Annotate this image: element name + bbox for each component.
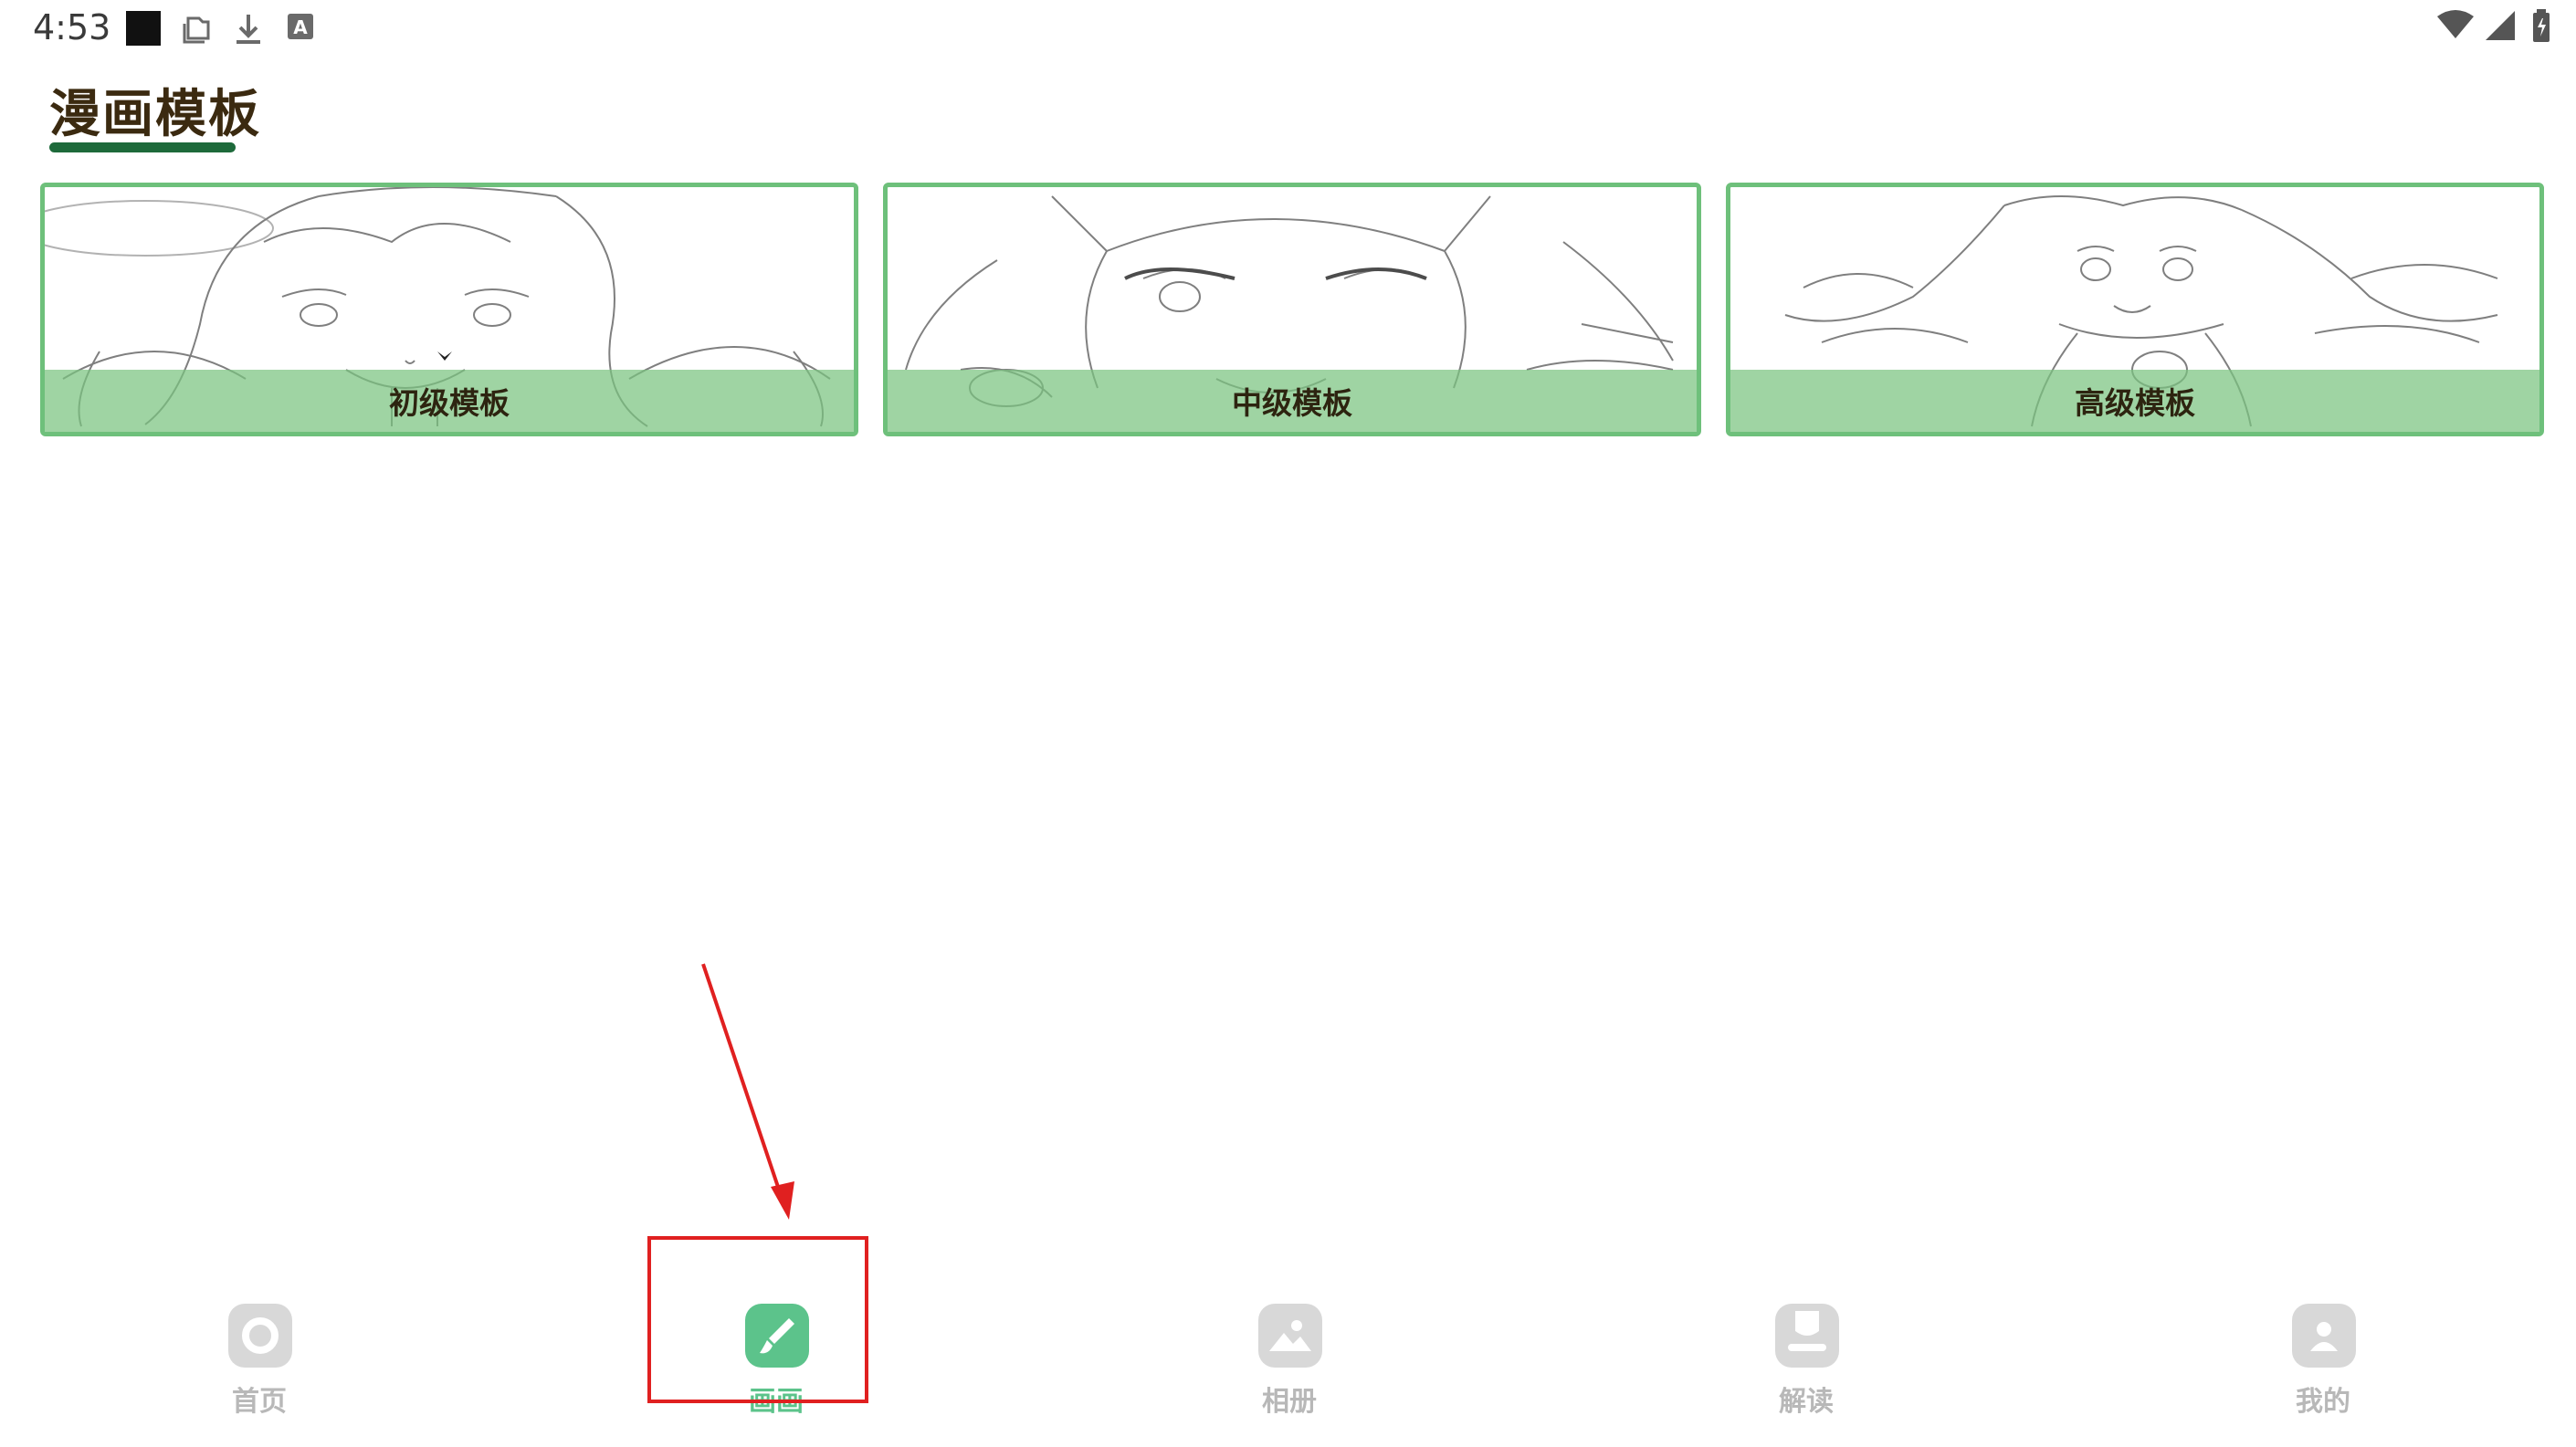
wifi-icon [2436, 9, 2475, 44]
template-card-intermediate[interactable]: 中级模板 [883, 183, 1701, 436]
title-underline [49, 142, 236, 152]
black-square-icon [126, 11, 161, 46]
nav-label: 我的 [2296, 1386, 2350, 1418]
nav-item-album[interactable]: 相册 [1189, 1278, 1390, 1418]
annotation-arrow [701, 963, 794, 1220]
card-label: 高级模板 [2075, 385, 2195, 421]
photo-album-icon [1258, 1304, 1322, 1368]
card-label: 中级模板 [1232, 385, 1352, 421]
cell-signal-icon [2484, 9, 2517, 46]
template-card-advanced[interactable]: 高级模板 [1726, 183, 2544, 436]
status-time: 4:53 [33, 7, 111, 47]
keyboard-a-icon: A [287, 13, 314, 44]
nav-item-home[interactable]: 首页 [159, 1278, 360, 1418]
annotation-highlight-box [647, 1236, 868, 1403]
battery-icon [2531, 9, 2551, 47]
status-bar: 4:53 A [0, 0, 2576, 58]
folder-icon [181, 13, 214, 47]
nav-label: 相册 [1262, 1386, 1317, 1418]
book-icon [1775, 1304, 1839, 1368]
svg-text:A: A [293, 16, 308, 38]
nav-label: 解读 [1779, 1386, 1834, 1418]
template-card-beginner[interactable]: 初级模板 [40, 183, 858, 436]
download-icon [234, 13, 263, 49]
nav-label: 首页 [232, 1386, 287, 1418]
bottom-navigation: 首页 画画 相册 解读 我的 [0, 1251, 2576, 1433]
nav-item-profile[interactable]: 我的 [2223, 1278, 2424, 1418]
home-circle-icon [228, 1304, 292, 1368]
nav-item-read[interactable]: 解读 [1706, 1278, 1907, 1418]
profile-icon [2292, 1304, 2356, 1368]
page-title: 漫画模板 [49, 85, 261, 144]
card-label: 初级模板 [389, 385, 510, 421]
